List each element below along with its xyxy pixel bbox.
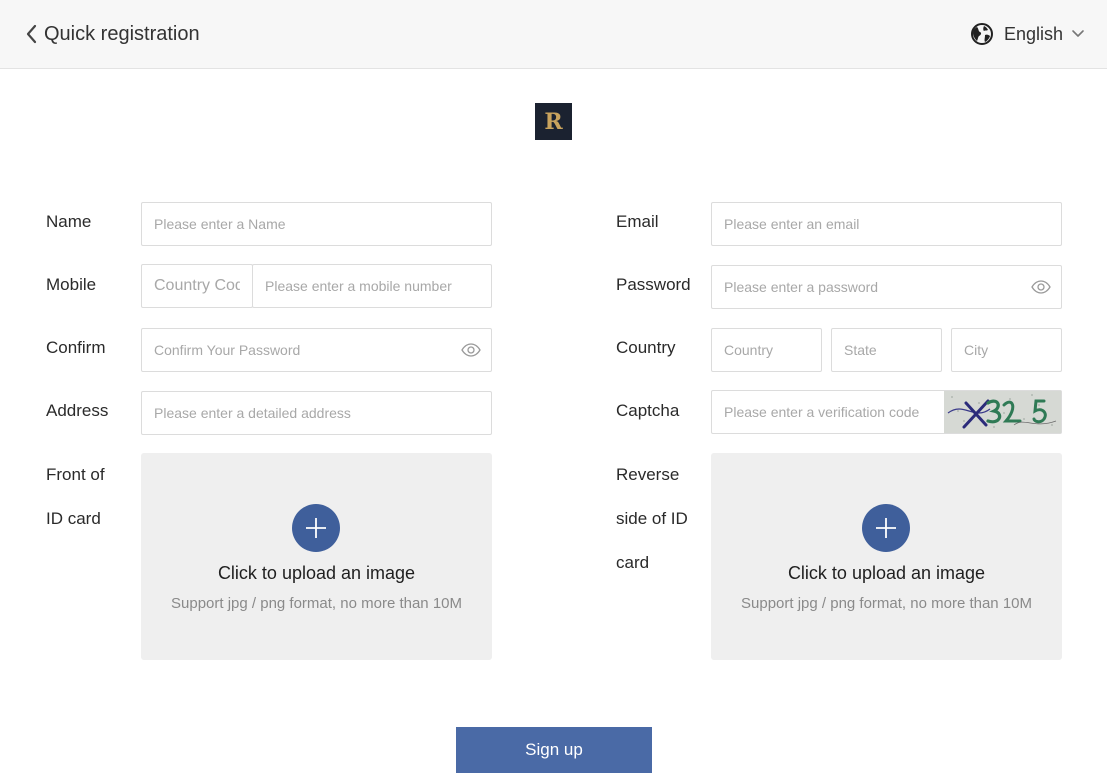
captcha-input[interactable] bbox=[712, 391, 944, 433]
confirm-password-input[interactable] bbox=[142, 329, 461, 371]
mobile-field-wrapper bbox=[252, 264, 492, 308]
upload-hint: Support jpg / png format, no more than 1… bbox=[741, 595, 1032, 612]
eye-icon[interactable] bbox=[461, 343, 481, 357]
brand-logo: R bbox=[535, 103, 572, 140]
id-front-upload[interactable]: Click to upload an image Support jpg / p… bbox=[141, 453, 492, 660]
id-front-label-line1: Front of bbox=[46, 465, 105, 484]
id-front-label-line2: ID card bbox=[46, 509, 101, 528]
state-select[interactable] bbox=[832, 329, 941, 371]
confirm-label: Confirm bbox=[46, 338, 106, 357]
upload-title: Click to upload an image bbox=[217, 563, 416, 583]
captcha-image[interactable] bbox=[944, 391, 1061, 433]
id-back-label-line1: Reverse bbox=[616, 465, 680, 484]
globe-icon bbox=[970, 23, 993, 45]
id-back-label-line3: card bbox=[616, 553, 650, 572]
country-label: Country bbox=[616, 338, 676, 357]
back-button[interactable]: Quick registration bbox=[24, 19, 200, 49]
name-label: Name bbox=[46, 212, 92, 231]
address-input[interactable] bbox=[142, 392, 491, 434]
id-back-label-line2: side of ID bbox=[616, 509, 688, 528]
country-code-wrapper bbox=[141, 264, 253, 308]
mobile-input[interactable] bbox=[253, 265, 491, 307]
confirm-field-wrapper bbox=[141, 328, 492, 372]
plus-icon bbox=[292, 504, 340, 552]
language-selector[interactable]: English bbox=[970, 19, 1085, 49]
password-input[interactable] bbox=[712, 266, 1031, 308]
captcha-label: Captcha bbox=[616, 401, 680, 420]
upload-hint: Support jpg / png format, no more than 1… bbox=[171, 595, 462, 612]
chevron-down-icon bbox=[1072, 30, 1084, 37]
address-field-wrapper bbox=[141, 391, 492, 435]
page-title: Quick registration bbox=[44, 22, 200, 45]
password-field-wrapper bbox=[711, 265, 1062, 309]
chevron-left-icon bbox=[26, 24, 37, 44]
email-field-wrapper bbox=[711, 202, 1062, 246]
country-select[interactable] bbox=[712, 329, 821, 371]
language-label: English bbox=[1003, 23, 1063, 44]
top-bar: Quick registration English bbox=[0, 0, 1107, 69]
city-select-wrapper bbox=[951, 328, 1062, 372]
name-field-wrapper bbox=[141, 202, 492, 246]
country-select-wrapper bbox=[711, 328, 822, 372]
plus-icon bbox=[862, 504, 910, 552]
id-back-upload[interactable]: Click to upload an image Support jpg / p… bbox=[711, 453, 1062, 660]
state-select-wrapper bbox=[831, 328, 942, 372]
address-label: Address bbox=[46, 401, 109, 420]
email-label: Email bbox=[616, 212, 659, 231]
email-input[interactable] bbox=[712, 203, 1061, 245]
city-select[interactable] bbox=[952, 329, 1061, 371]
name-input[interactable] bbox=[142, 203, 491, 245]
logo-letter: R bbox=[544, 108, 563, 135]
captcha-field-wrapper bbox=[711, 390, 1062, 434]
sign-up-button[interactable]: Sign up bbox=[456, 727, 652, 773]
upload-title: Click to upload an image bbox=[787, 563, 986, 583]
password-label: Password bbox=[616, 275, 691, 294]
mobile-label: Mobile bbox=[46, 275, 97, 294]
eye-icon[interactable] bbox=[1031, 280, 1051, 294]
country-code-input[interactable] bbox=[142, 265, 252, 307]
